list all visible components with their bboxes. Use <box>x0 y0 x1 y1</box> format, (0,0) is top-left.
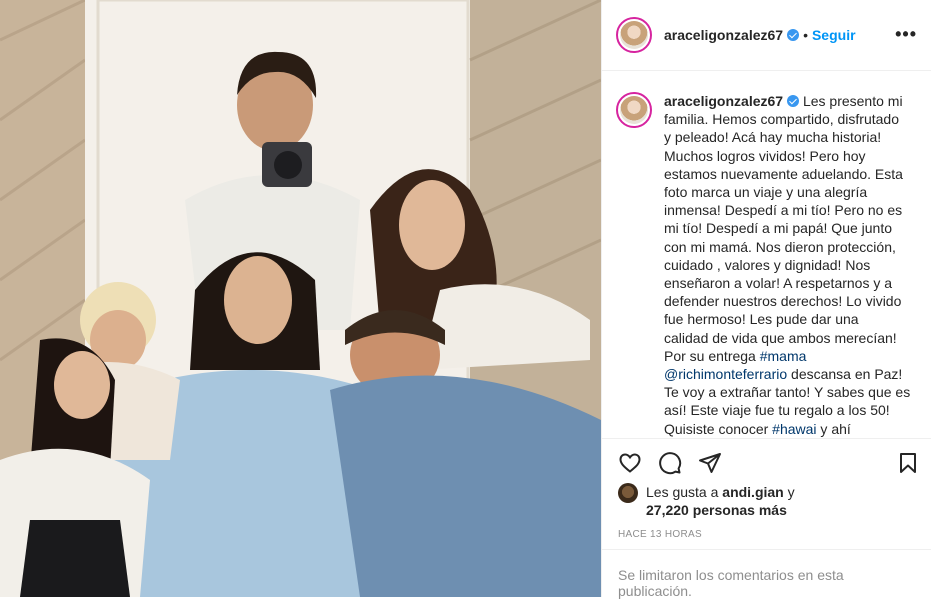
caption-line: calidad de vida que ambos merecían! <box>664 329 897 346</box>
instagram-post-view: araceligonzalez67 • Seguir ••• araceligo… <box>0 0 931 599</box>
post-side-panel: araceligonzalez67 • Seguir ••• araceligo… <box>601 0 931 599</box>
caption-line: inmensa! Despedí a mi tío! Pero no es <box>664 202 903 219</box>
caption-verified-badge-icon <box>787 95 800 107</box>
likes-prefix: Les gusta a <box>646 484 723 500</box>
caption-line: enseñaron a volar! A respetarnos y a <box>664 275 893 292</box>
caption-line: fue hermoso! Les pude dar una <box>664 311 859 328</box>
caption-line: así! Este viaje fue tu regalo a los 50! <box>664 402 890 419</box>
share-send-icon[interactable] <box>698 451 722 475</box>
caption-line: foto marca un viaje y una alegría <box>664 184 868 201</box>
caption-line: estamos nuevamente aduelando. Esta <box>664 165 903 182</box>
post-photo[interactable] <box>0 0 601 597</box>
likes-mid: y <box>783 484 795 500</box>
liker-username[interactable]: andi.gian <box>722 484 783 500</box>
author-avatar[interactable] <box>616 17 652 53</box>
caption-area: araceligonzalez67 Les presento mi famili… <box>602 72 931 438</box>
caption-line: Por su entrega <box>664 347 756 364</box>
caption-line: y ahí <box>816 420 851 437</box>
post-timestamp: HACE 13 HORAS <box>618 529 702 540</box>
caption-line: Te voy a extrañar tanto! Y sabes que es <box>664 384 911 401</box>
more-options-icon[interactable]: ••• <box>895 24 917 45</box>
caption-line: cuidado , valores y dignidad! Nos <box>664 256 871 273</box>
hashtag-link[interactable]: #mama <box>760 348 807 364</box>
comment-bubble-icon[interactable] <box>658 451 682 475</box>
caption-line: Les presento mi <box>802 93 903 109</box>
caption-line: familia. Hemos compartido, disfrutado <box>664 111 899 128</box>
caption-line: defender nuestros derechos! Lo vivido <box>664 293 902 310</box>
save-bookmark-icon[interactable] <box>896 451 920 475</box>
likes-summary: Les gusta a andi.gian y 27,220 personas … <box>618 483 795 519</box>
hashtag-link[interactable]: #hawai <box>772 421 816 437</box>
verified-badge-icon <box>787 29 800 41</box>
caption-line: mi tío! Despedí a mi papá! Que junto <box>664 220 893 237</box>
caption-line: Quisiste conocer <box>664 420 773 437</box>
caption-line: Muchos logros vividos! Pero hoy <box>664 147 866 164</box>
caption-username[interactable]: araceligonzalez67 <box>664 93 783 109</box>
caption-line: descansa en Paz! <box>787 366 903 383</box>
likes-count[interactable]: 27,220 personas más <box>646 502 787 518</box>
follow-button[interactable]: Seguir <box>812 27 856 43</box>
family-photo-illustration <box>0 0 601 597</box>
caption-author-avatar[interactable] <box>616 92 652 128</box>
mention-link[interactable]: @richimonteferrario <box>664 366 787 382</box>
separator-dot: • <box>803 27 808 43</box>
action-bar <box>602 438 931 486</box>
post-header: araceligonzalez67 • Seguir ••• <box>602 0 931 71</box>
like-heart-icon[interactable] <box>618 451 642 475</box>
author-username[interactable]: araceligonzalez67 <box>664 27 783 43</box>
caption-line: con mi mamá. Nos dieron protección, <box>664 238 896 255</box>
comments-limited-notice: Se limitaron los comentarios en esta pub… <box>602 549 931 599</box>
caption-text: araceligonzalez67 Les presento mi famili… <box>664 92 915 438</box>
caption-line: y peleado! Acá hay mucha historia! <box>664 129 882 146</box>
liker-avatar[interactable] <box>618 483 638 503</box>
